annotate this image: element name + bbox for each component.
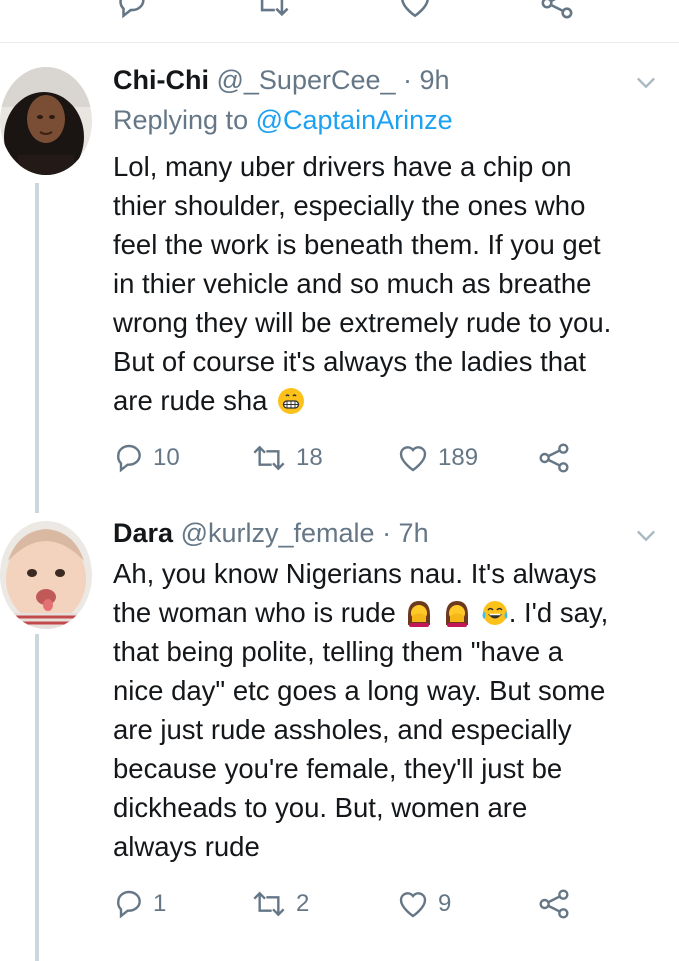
reply-button[interactable]: 10 [113, 440, 180, 476]
tweet-text: Lol, many uber drivers have a chip on th… [113, 147, 653, 420]
replying-to-mention[interactable]: @CaptainArinze [256, 105, 453, 135]
text-line: in thier vehicle and so much as breathe [113, 268, 592, 299]
handle[interactable]: @kurlzy_female [181, 518, 375, 548]
share-icon [539, 443, 569, 473]
text-line: Lol, many uber drivers have a chip on [113, 151, 572, 182]
display-name[interactable]: Chi-Chi [113, 65, 209, 95]
text-line: the woman who is rude . I'd say, [113, 597, 609, 628]
text-line: Ah, you know Nigerians nau. It's always [113, 558, 597, 589]
text-line: that being polite, telling them "have a [113, 636, 564, 667]
retweet-count: 18 [296, 444, 323, 471]
like-icon [399, 446, 427, 472]
text-line: always rude [113, 831, 260, 862]
thread-line [35, 634, 39, 961]
retweet-icon[interactable] [252, 0, 292, 20]
handle[interactable]: @_SuperCee_ [217, 65, 396, 95]
reply-icon [117, 890, 141, 919]
chevron-down-icon[interactable] [632, 521, 660, 549]
like-count: 189 [438, 444, 479, 471]
retweet-count: 2 [296, 890, 310, 917]
text-line: thier shoulder, especially the ones who [113, 190, 586, 221]
tweet-text: Ah, you know Nigerians nau. It's always … [113, 554, 653, 866]
replying-to-label: Replying to [113, 105, 249, 135]
woman-facepalming-emoji [408, 601, 431, 627]
retweet-icon [253, 891, 285, 917]
retweet-button[interactable]: 18 [250, 440, 323, 476]
woman-facepalming-emoji [446, 601, 469, 627]
reply-icon[interactable] [115, 0, 149, 20]
timestamp[interactable]: · 7h [382, 518, 429, 548]
reply-count: 1 [153, 890, 167, 917]
share-icon[interactable] [540, 0, 574, 20]
share-button[interactable] [538, 886, 570, 922]
avatar[interactable] [0, 67, 92, 175]
reply-icon [117, 444, 141, 473]
timestamp[interactable]: · 9h [403, 65, 450, 95]
like-button[interactable]: 9 [396, 886, 451, 922]
previous-tweet-actions [0, 0, 679, 43]
text-line: feel the work is beneath them. If you ge… [113, 229, 601, 260]
display-name[interactable]: Dara [113, 518, 173, 548]
reply-button[interactable]: 1 [113, 886, 166, 922]
text-line: nice day" etc goes a long way. But some [113, 675, 606, 706]
retweet-button[interactable]: 2 [250, 886, 309, 922]
like-button[interactable]: 189 [396, 440, 478, 476]
grinning-face-emoji [278, 388, 305, 414]
like-icon [399, 892, 427, 918]
reply-count: 10 [153, 444, 180, 471]
chevron-down-icon[interactable] [632, 68, 660, 96]
face-with-tears-of-joy-emoji [482, 601, 508, 625]
like-icon[interactable] [397, 0, 433, 20]
text-line: because you're female, they'll just be [113, 753, 563, 784]
avatar[interactable] [0, 521, 92, 629]
text-line: wrong they will be extremely rude to you… [113, 307, 612, 338]
retweet-icon [253, 445, 285, 471]
thread-line [35, 183, 39, 513]
share-button[interactable] [538, 440, 570, 476]
text-line: dickheads to you. But, women are [113, 792, 528, 823]
tweet-header: Chi-Chi @_SuperCee_ · 9h [113, 63, 450, 97]
text-line: But of course it's always the ladies tha… [113, 346, 586, 377]
text-line: are rude sha [113, 381, 653, 420]
tweet-header: Dara @kurlzy_female · 7h [113, 516, 429, 550]
text-line: are just rude assholes, and especially [113, 714, 572, 745]
like-count: 9 [438, 890, 452, 917]
replying-to: Replying to @CaptainArinze [113, 103, 453, 137]
share-icon [539, 889, 569, 919]
